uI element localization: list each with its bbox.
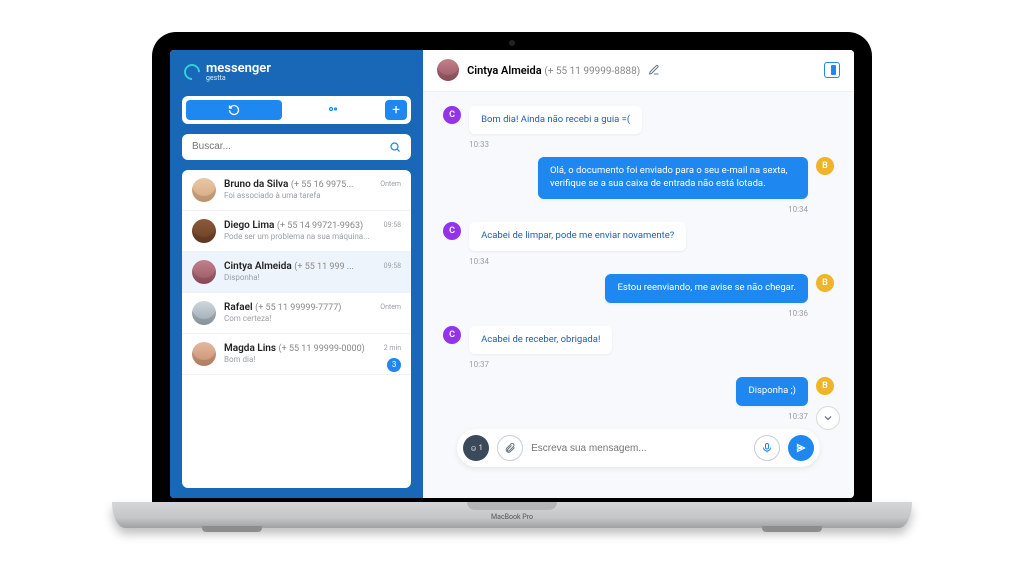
message-bubble: Acabei de limpar, pode me enviar novamen… [469, 222, 686, 251]
microphone-icon [761, 442, 773, 454]
message-time: 10:34 [443, 205, 808, 214]
message-bubble: Bom dia! Ainda não recebi a guia =( [469, 106, 642, 135]
conversation-name: Magda Lins [224, 343, 276, 354]
people-icon [327, 104, 339, 116]
chat-header: Cintya Almeida (+ 55 11 99999-8888) [423, 50, 854, 92]
avatar [192, 260, 216, 284]
conversation-time: 09:58 [384, 221, 401, 229]
sender-avatar: C [443, 222, 461, 240]
laptop-foot [762, 526, 822, 532]
chat-contact-name: Cintya Almeida [467, 64, 542, 77]
brand-subtitle: gestta [206, 75, 271, 82]
message-time: 10:33 [469, 140, 834, 149]
tab-people[interactable] [286, 100, 382, 120]
conversation-item[interactable]: Magda Lins (+ 55 11 99999-0000) Bom dia!… [182, 334, 411, 375]
avatar [437, 59, 459, 81]
conversation-time: Ontem [380, 180, 401, 188]
sender-avatar: B [816, 377, 834, 395]
laptop-foot [202, 526, 262, 532]
emoji-badge: 1 [479, 444, 483, 452]
message-area: C Bom dia! Ainda não recebi a guia =( 10… [423, 92, 854, 498]
conversation-preview: Pode ser um problema na sua máquina... [224, 232, 401, 241]
conversation-phone: (+ 55 11 999 ... [294, 262, 354, 272]
brand-title: messenger [206, 62, 271, 75]
avatar [192, 178, 216, 202]
conversation-name: Diego Lima [224, 220, 274, 231]
search-input[interactable] [192, 141, 389, 152]
message-time: 10:36 [443, 309, 808, 318]
composer: ☺ 1 [457, 429, 820, 467]
segmented-control: + [182, 96, 411, 124]
edit-icon[interactable] [648, 64, 660, 76]
brand: messenger gestta [182, 60, 411, 86]
paperclip-icon [504, 442, 516, 454]
message-time: 10:37 [443, 412, 808, 421]
send-button[interactable] [788, 435, 814, 461]
conversation-preview: Com certeza! [224, 314, 401, 323]
attach-button[interactable] [497, 435, 523, 461]
conversation-time: 09:58 [384, 262, 401, 270]
conversation-phone: (+ 55 11 99999-0000) [279, 344, 365, 354]
message-time: 10:34 [469, 257, 834, 266]
message-input[interactable] [531, 443, 746, 454]
avatar [192, 219, 216, 243]
refresh-icon [228, 104, 240, 116]
conversation-name: Bruno da Silva [224, 179, 288, 190]
message-bubble: Estou reenviando, me avise se não chegar… [605, 274, 808, 303]
search-box[interactable] [182, 134, 411, 160]
unread-badge: 3 [387, 358, 401, 372]
conversation-name: Cintya Almeida [224, 261, 292, 272]
search-icon [389, 141, 401, 153]
conversation-item[interactable]: Diego Lima (+ 55 14 99721-9963) Pode ser… [182, 211, 411, 252]
sender-avatar: C [443, 106, 461, 124]
conversation-phone: (+ 55 11 99999-7777) [255, 303, 341, 313]
conversation-item[interactable]: Bruno da Silva (+ 55 16 9975... Foi asso… [182, 170, 411, 211]
emoji-button[interactable]: ☺ 1 [463, 435, 489, 461]
sender-avatar: B [816, 157, 834, 175]
brand-logo-icon [181, 60, 204, 83]
conversation-preview: Bom dia! [224, 355, 401, 364]
conversation-preview: Foi associado à uma tarefa [224, 191, 401, 200]
conversation-phone: (+ 55 16 9975... [291, 180, 353, 190]
message-bubble: Disponha ;) [736, 377, 808, 406]
new-conversation-button[interactable]: + [385, 100, 407, 120]
message-bubble: Acabei de receber, obrigada! [469, 326, 612, 355]
send-icon [795, 442, 807, 454]
details-toggle[interactable] [824, 62, 840, 78]
avatar [192, 342, 216, 366]
chat-contact-phone: (+ 55 11 99999-8888) [544, 66, 640, 77]
laptop-frame: messenger gestta [112, 32, 912, 542]
conversation-preview: Disponha! [224, 273, 401, 282]
message-bubble: Olá, o documento foi enviado para o seu … [538, 157, 808, 199]
chevron-down-icon [822, 412, 834, 424]
conversation-name: Rafael [224, 302, 253, 313]
scroll-to-bottom-button[interactable] [816, 406, 840, 430]
voice-button[interactable] [754, 435, 780, 461]
conversation-time: Ontem [380, 303, 401, 311]
sender-avatar: B [816, 274, 834, 292]
plus-icon: + [392, 102, 400, 118]
conversation-list: Bruno da Silva (+ 55 16 9975... Foi asso… [182, 170, 411, 488]
chat-panel: Cintya Almeida (+ 55 11 99999-8888) C Bo… [423, 50, 854, 498]
tab-refresh[interactable] [186, 100, 282, 120]
sidebar: messenger gestta [170, 50, 423, 498]
conversation-time: 2 min [384, 344, 401, 352]
camera-dot [509, 40, 515, 46]
conversation-item[interactable]: Cintya Almeida (+ 55 11 999 ... Disponha… [182, 252, 411, 293]
laptop-model-label: MacBook Pro [491, 513, 533, 521]
laptop-base: MacBook Pro [112, 502, 912, 528]
avatar [192, 301, 216, 325]
conversation-phone: (+ 55 14 99721-9963) [277, 221, 363, 231]
sender-avatar: C [443, 326, 461, 344]
conversation-item[interactable]: Rafael (+ 55 11 99999-7777) Com certeza!… [182, 293, 411, 334]
message-time: 10:37 [469, 360, 834, 369]
